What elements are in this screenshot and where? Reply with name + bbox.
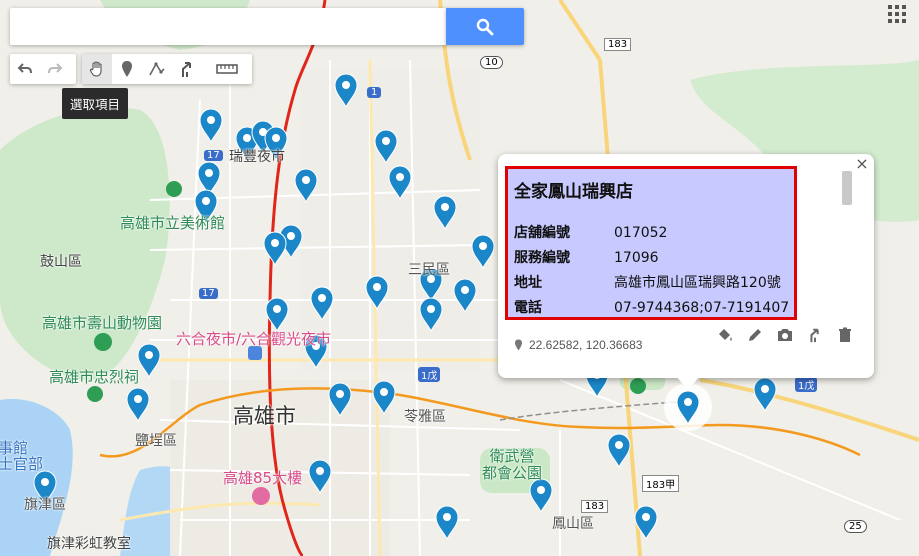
add-photo-button[interactable] bbox=[774, 324, 796, 346]
info-key: 店舖編號 bbox=[514, 225, 570, 241]
pencil-icon bbox=[749, 329, 761, 341]
redo-button[interactable] bbox=[40, 54, 70, 84]
info-window: × 全家鳳山瑞興店 店舖編號 017052 服務編號 17096 地址 高雄市鳳山區瑞… bbox=[498, 154, 874, 378]
info-scrollbar[interactable] bbox=[842, 171, 852, 205]
urban-block bbox=[300, 70, 480, 370]
info-window-pointer bbox=[676, 376, 700, 390]
draw-line-button[interactable] bbox=[142, 54, 172, 84]
info-value: 高雄市鳳山區瑞興路120號 bbox=[614, 275, 781, 291]
ruler-icon bbox=[216, 64, 238, 74]
monument-icon bbox=[630, 378, 646, 394]
monument-icon bbox=[87, 386, 103, 402]
marker-icon bbox=[122, 61, 132, 77]
paint-bucket-icon bbox=[719, 329, 732, 341]
zoo-icon bbox=[94, 333, 112, 351]
night-market-icon bbox=[248, 346, 262, 360]
info-value: 07-9744368;07-7191407 bbox=[614, 300, 790, 316]
edit-toolbar bbox=[82, 54, 252, 84]
add-marker-button[interactable] bbox=[112, 54, 142, 84]
info-key: 電話 bbox=[514, 300, 542, 316]
search-button[interactable] bbox=[446, 8, 524, 45]
info-key: 地址 bbox=[514, 275, 542, 291]
measure-distance-button[interactable] bbox=[202, 54, 252, 84]
history-toolbar bbox=[10, 54, 76, 84]
select-items-button[interactable] bbox=[82, 54, 112, 84]
tower85-icon bbox=[252, 487, 270, 505]
delete-button[interactable] bbox=[834, 324, 856, 346]
place-title: 全家鳳山瑞興店 bbox=[514, 182, 633, 202]
directions-icon bbox=[810, 328, 819, 343]
style-button[interactable] bbox=[714, 324, 736, 346]
add-directions-button[interactable] bbox=[172, 54, 202, 84]
info-toolbar bbox=[706, 324, 856, 346]
hand-icon bbox=[89, 61, 102, 77]
draw-line-icon bbox=[149, 62, 165, 76]
location-pin-icon bbox=[515, 339, 522, 351]
directions-icon bbox=[182, 62, 191, 77]
close-button[interactable]: × bbox=[854, 156, 870, 172]
coordinates: 22.62582, 120.36683 bbox=[514, 338, 642, 352]
info-row-service-id: 服務編號 17096 bbox=[514, 247, 659, 267]
info-value: 17096 bbox=[614, 250, 659, 266]
info-content-panel: 全家鳳山瑞興店 店舖編號 017052 服務編號 17096 地址 高雄市鳳山區瑞興路… bbox=[505, 166, 797, 320]
info-row-store-id: 店舖編號 017052 bbox=[514, 222, 667, 242]
apps-grid-icon[interactable] bbox=[887, 4, 907, 24]
edit-button[interactable] bbox=[744, 324, 766, 346]
undo-icon bbox=[17, 63, 32, 74]
search-input[interactable] bbox=[10, 8, 446, 45]
trash-icon bbox=[839, 327, 851, 342]
camera-icon bbox=[778, 329, 792, 341]
redo-icon bbox=[48, 63, 63, 74]
info-value: 017052 bbox=[614, 225, 668, 241]
info-row-address: 地址 高雄市鳳山區瑞興路120號 bbox=[514, 272, 781, 292]
toolbar-tooltip: 選取項目 bbox=[62, 88, 129, 119]
search-icon bbox=[476, 18, 494, 35]
coordinates-text: 22.62582, 120.36683 bbox=[529, 338, 643, 352]
directions-button[interactable] bbox=[804, 324, 826, 346]
info-row-phone: 電話 07-9744368;07-7191407 bbox=[514, 297, 789, 317]
info-key: 服務編號 bbox=[514, 250, 570, 266]
undo-button[interactable] bbox=[10, 54, 40, 84]
urban-block bbox=[170, 380, 390, 556]
museum-icon bbox=[166, 181, 182, 197]
